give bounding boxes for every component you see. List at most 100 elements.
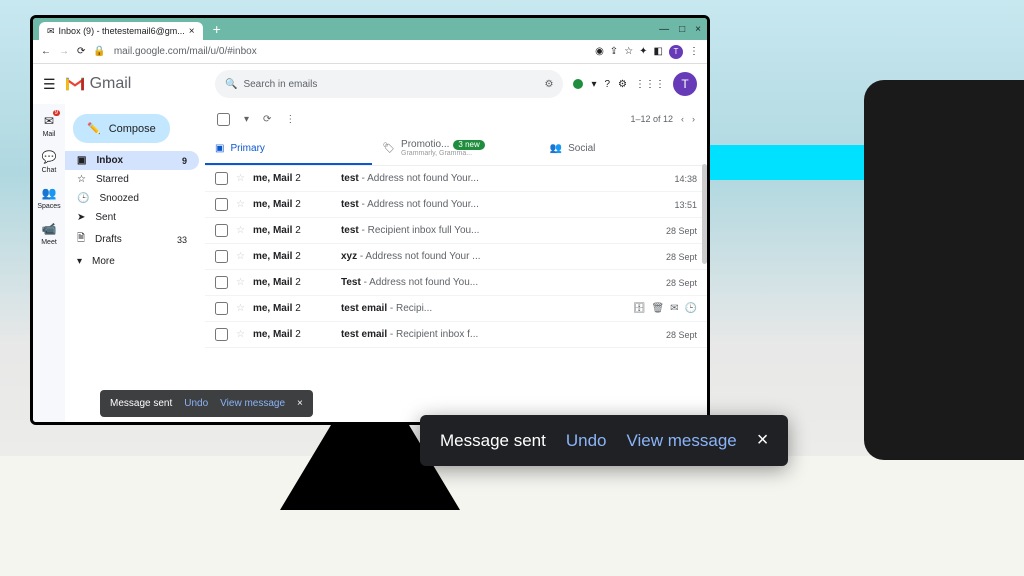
toast-large-view[interactable]: View message [626, 431, 736, 451]
star-icon[interactable]: ☆ [236, 225, 245, 236]
extensions-icon[interactable]: ✦ [639, 46, 647, 57]
toast-large-close-icon[interactable]: × [757, 429, 769, 452]
leftrail-mail[interactable]: ✉9 Mail [40, 112, 58, 138]
browser-titlebar: ✉ Inbox (9) - thetestemail6@gm... × + — … [33, 18, 707, 40]
back-icon[interactable]: ← [41, 46, 51, 57]
compose-button[interactable]: ✏️ Compose [73, 114, 170, 143]
browser-avatar[interactable]: T [669, 45, 683, 59]
email-row[interactable]: ☆ me, Mail 2 test - Recipient inbox full… [205, 218, 707, 244]
settings-icon[interactable]: ⚙ [618, 79, 627, 90]
page-counter: 1–12 of 12 [630, 114, 673, 124]
tab-social[interactable]: 👥 Social [540, 134, 707, 165]
sidebar-item-drafts[interactable]: 🗎Drafts33 [65, 227, 199, 252]
select-dropdown-icon[interactable]: ▾ [244, 114, 249, 125]
minimize-icon[interactable]: — [659, 24, 669, 35]
row-checkbox[interactable] [215, 250, 228, 263]
prev-page-icon[interactable]: ‹ [681, 114, 684, 124]
email-date: 14:38 [674, 174, 697, 184]
toast-large-undo[interactable]: Undo [566, 431, 607, 451]
email-row[interactable]: ☆ me, Mail 2 test - Address not found Yo… [205, 166, 707, 192]
email-sender: me, Mail 2 [253, 329, 333, 340]
email-row[interactable]: ☆ me, Mail 2 Test - Address not found Yo… [205, 270, 707, 296]
scrollbar[interactable] [702, 164, 707, 264]
sidebar-item-starred[interactable]: ☆Starred [65, 170, 199, 189]
tab-primary[interactable]: ▣ Primary [205, 134, 372, 165]
star-icon[interactable]: ☆ [236, 173, 245, 184]
row-checkbox[interactable] [215, 224, 228, 237]
lock-icon: 🔒 [93, 46, 105, 57]
refresh-icon[interactable]: ⟳ [263, 114, 271, 125]
email-list: ☆ me, Mail 2 test - Address not found Yo… [205, 166, 707, 422]
select-all-checkbox[interactable] [217, 113, 230, 126]
star-icon[interactable]: ☆ [236, 303, 245, 314]
gmail-sidebar: ✏️ Compose ▣Inbox9☆Starred🕒Snoozed➤Sent🗎… [65, 104, 205, 422]
reload-icon[interactable]: ⟳ [77, 46, 85, 57]
browser-tab[interactable]: ✉ Inbox (9) - thetestemail6@gm... × [39, 22, 203, 40]
email-row[interactable]: ☆ me, Mail 2 test - Address not found Yo… [205, 192, 707, 218]
toast-text: Message sent [110, 398, 172, 409]
sidebar-item-sent[interactable]: ➤Sent [65, 208, 199, 227]
email-row[interactable]: ☆ me, Mail 2 test email - Recipi... 🗄🗑✉🕒 [205, 296, 707, 322]
account-avatar[interactable]: T [673, 72, 697, 96]
email-sender: me, Mail 2 [253, 277, 333, 288]
email-date: 28 Sept [666, 252, 697, 262]
archive-icon[interactable]: 🗄 [633, 303, 646, 314]
email-subject: test - Recipient inbox full You... [341, 225, 658, 236]
toast-close-icon[interactable]: × [297, 398, 303, 409]
email-subject: test - Address not found Your... [341, 199, 667, 210]
tab-promotions[interactable]: 🏷 Promotio... 3 new Grammarly, Gramma... [372, 134, 539, 165]
star-icon[interactable]: ☆ [236, 199, 245, 210]
apps-icon[interactable]: ⋮⋮⋮ [635, 79, 665, 90]
email-date: 28 Sept [666, 226, 697, 236]
row-checkbox[interactable] [215, 276, 228, 289]
close-window-icon[interactable]: × [695, 24, 701, 35]
email-row[interactable]: ☆ me, Mail 2 test email - Recipient inbo… [205, 322, 707, 348]
extension-square-icon[interactable]: ◧ [654, 46, 663, 57]
delete-icon[interactable]: 🗑 [651, 303, 664, 314]
snooze-icon[interactable]: 🕒 [685, 303, 697, 314]
leftrail-meet[interactable]: 📹 Meet [40, 220, 58, 246]
toast-view-button[interactable]: View message [220, 398, 285, 409]
email-subject: xyz - Address not found Your ... [341, 251, 658, 262]
gmail-product-name: Gmail [90, 75, 132, 93]
toast-undo-button[interactable]: Undo [184, 398, 208, 409]
row-checkbox[interactable] [215, 302, 228, 315]
email-date: 13:51 [674, 200, 697, 210]
forward-icon[interactable]: → [59, 46, 69, 57]
chevron-down-icon[interactable]: ▾ [591, 79, 596, 90]
help-icon[interactable]: ? [604, 79, 610, 90]
gmail-logo[interactable]: Gmail [64, 75, 132, 93]
leftrail-chat[interactable]: 💬 Chat [40, 148, 58, 174]
share-icon[interactable]: ⇪ [610, 46, 618, 57]
chat-icon: 💬 [40, 148, 58, 166]
email-subject: test email - Recipi... [341, 303, 625, 314]
star-icon[interactable]: ☆ [236, 329, 245, 340]
search-box[interactable]: 🔍 Search in emails ⚙ [215, 70, 563, 98]
star-icon[interactable]: ☆ [236, 251, 245, 262]
email-date: 28 Sept [666, 330, 697, 340]
row-checkbox[interactable] [215, 328, 228, 341]
maximize-icon[interactable]: □ [679, 24, 685, 35]
row-checkbox[interactable] [215, 198, 228, 211]
new-tab-button[interactable]: + [207, 21, 227, 37]
tune-icon[interactable]: ⚙ [544, 79, 553, 90]
more-actions-icon[interactable]: ⋮ [285, 114, 295, 125]
toast-large-text: Message sent [440, 431, 546, 451]
sidebar-item-more[interactable]: ▾More [65, 252, 199, 271]
leftrail-spaces[interactable]: 👥 Spaces [37, 184, 60, 210]
row-checkbox[interactable] [215, 172, 228, 185]
bookmark-icon[interactable]: ☆ [624, 46, 633, 57]
hamburger-icon[interactable]: ☰ [43, 76, 56, 93]
mark-read-icon[interactable]: ✉ [670, 303, 678, 314]
eye-icon[interactable]: ◉ [595, 46, 604, 57]
browser-urlbar: ← → ⟳ 🔒 mail.google.com/mail/u/0/#inbox … [33, 40, 707, 64]
sidebar-item-snoozed[interactable]: 🕒Snoozed [65, 189, 199, 208]
email-row[interactable]: ☆ me, Mail 2 xyz - Address not found You… [205, 244, 707, 270]
next-page-icon[interactable]: › [692, 114, 695, 124]
close-tab-icon[interactable]: × [189, 26, 195, 37]
status-indicator[interactable] [573, 79, 583, 89]
url-text[interactable]: mail.google.com/mail/u/0/#inbox [114, 46, 257, 57]
browser-menu-icon[interactable]: ⋮ [689, 46, 699, 57]
star-icon[interactable]: ☆ [236, 277, 245, 288]
sidebar-item-inbox[interactable]: ▣Inbox9 [65, 151, 199, 170]
